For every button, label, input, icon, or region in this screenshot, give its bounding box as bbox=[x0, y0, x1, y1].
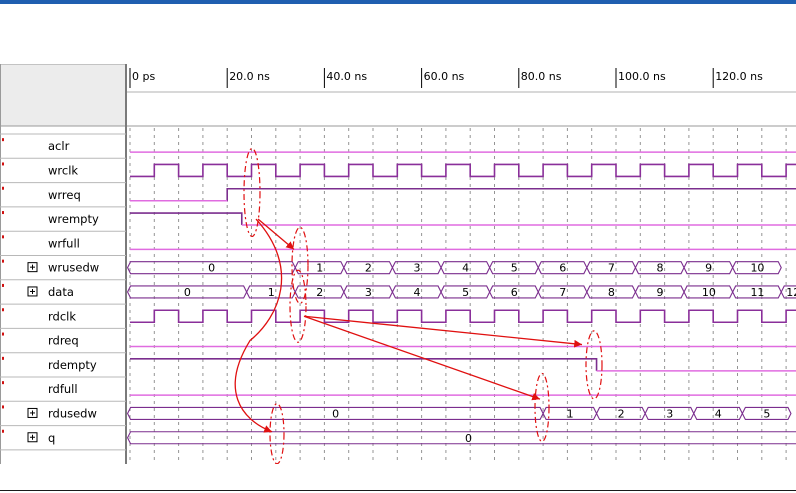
bus-value: 2 bbox=[316, 286, 323, 299]
bus-value: 12 bbox=[786, 286, 796, 299]
tick-label: 120.0 ns bbox=[715, 70, 763, 83]
bus-value: 1 bbox=[316, 262, 323, 275]
waveform-clock bbox=[130, 163, 796, 178]
bus-value: 9 bbox=[705, 262, 712, 275]
annotation-ellipse bbox=[289, 269, 307, 343]
name-panel-header bbox=[0, 64, 127, 127]
bus-value: 0 bbox=[184, 286, 191, 299]
signal-name: wrfull bbox=[48, 236, 80, 250]
top-accent-bar bbox=[0, 0, 796, 4]
bus-value: 3 bbox=[666, 407, 673, 420]
waveform-viewer[interactable]: 0 ps 20.0 ns 40.0 ns 60.0 ns 80.0 ns 100.0 ns… bbox=[0, 64, 796, 464]
bus-value: 6 bbox=[511, 286, 518, 299]
waveform-high-part bbox=[130, 358, 598, 371]
annotation-ellipse bbox=[269, 403, 285, 464]
tick-label: 20.0 ns bbox=[229, 70, 270, 83]
bus-value: 11 bbox=[750, 286, 764, 299]
bus-value: 5 bbox=[511, 262, 518, 275]
bus-value: 4 bbox=[715, 407, 722, 420]
signal-name: wrclk bbox=[48, 163, 78, 177]
signal-name: wrreq bbox=[48, 188, 81, 202]
bus-segment bbox=[126, 431, 796, 445]
annotation-layer bbox=[234, 147, 603, 464]
bus-value: 5 bbox=[462, 286, 469, 299]
bus-value: 0 bbox=[465, 432, 472, 445]
bus-value: 2 bbox=[365, 262, 372, 275]
bus-value: 7 bbox=[608, 262, 615, 275]
signal-name: rdreq bbox=[48, 334, 79, 348]
bottom-rule bbox=[0, 490, 796, 491]
signal-name: rdempty bbox=[48, 358, 97, 372]
bus-value: 10 bbox=[702, 286, 716, 299]
bus-value: 7 bbox=[559, 286, 566, 299]
signal-name: q bbox=[48, 431, 55, 445]
signal-name: wrusedw bbox=[48, 261, 99, 275]
bus-value: 3 bbox=[413, 262, 420, 275]
bus-value: 8 bbox=[608, 286, 615, 299]
annotation-arrow bbox=[234, 218, 283, 433]
signal-name: aclr bbox=[48, 139, 70, 153]
tick-label: 60.0 ns bbox=[424, 70, 465, 83]
bus-value: 9 bbox=[656, 286, 663, 299]
bus-value: 4 bbox=[462, 262, 469, 275]
tick-label: 40.0 ns bbox=[326, 70, 367, 83]
signal-name: rdfull bbox=[48, 382, 78, 396]
annotation-arrow bbox=[257, 218, 295, 250]
bus-value: 5 bbox=[763, 407, 770, 420]
annotation-ellipse bbox=[585, 330, 603, 400]
waveform-clock bbox=[130, 309, 796, 324]
signal-name: rdclk bbox=[48, 309, 76, 323]
tick-label: 100.0 ns bbox=[618, 70, 666, 83]
bus-value: 0 bbox=[208, 262, 215, 275]
waveform-high-part bbox=[130, 212, 243, 226]
signal-name: wrempty bbox=[48, 212, 99, 226]
bus-value: 10 bbox=[750, 262, 764, 275]
bus-value: 4 bbox=[413, 286, 420, 299]
bus-value: 2 bbox=[618, 407, 625, 420]
bus-value: 1 bbox=[567, 407, 574, 420]
tick-label: 80.0 ns bbox=[521, 70, 562, 83]
signal-name: data bbox=[48, 285, 74, 299]
bus-value: 3 bbox=[365, 286, 372, 299]
bus-value: 0 bbox=[332, 407, 339, 420]
tick-label: 0 ps bbox=[132, 70, 155, 83]
time-grid bbox=[129, 128, 787, 464]
signal-name: rdusedw bbox=[48, 406, 97, 420]
bus-value: 1 bbox=[268, 286, 275, 299]
bus-value: 6 bbox=[559, 262, 566, 275]
bus-value: 8 bbox=[656, 262, 663, 275]
waveform-step bbox=[130, 187, 796, 202]
